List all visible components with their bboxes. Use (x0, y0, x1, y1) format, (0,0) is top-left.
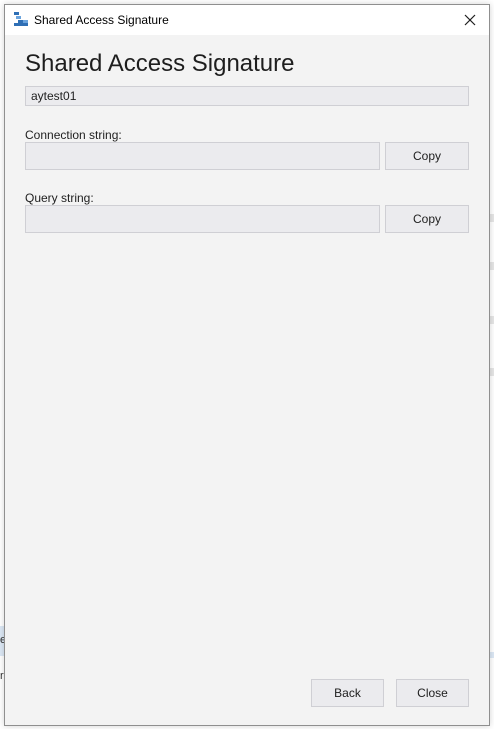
query-string-field[interactable] (25, 205, 380, 233)
dialog-content: Shared Access Signature Connection strin… (5, 35, 489, 725)
copy-connection-string-button[interactable]: Copy (385, 142, 469, 170)
query-string-label: Query string: (25, 191, 94, 205)
title-bar: Shared Access Signature (5, 5, 489, 35)
connection-string-label: Connection string: (25, 128, 122, 142)
background-strip (490, 652, 494, 658)
shared-access-signature-dialog: Shared Access Signature Shared Access Si… (4, 4, 490, 726)
storage-explorer-icon (14, 12, 28, 26)
page-title: Shared Access Signature (25, 50, 295, 77)
back-button[interactable]: Back (311, 679, 384, 707)
account-name-field[interactable] (25, 86, 469, 106)
copy-query-string-button[interactable]: Copy (385, 205, 469, 233)
close-icon (464, 14, 476, 26)
window-close-button[interactable] (459, 9, 481, 31)
connection-string-field[interactable] (25, 142, 380, 170)
window-title: Shared Access Signature (34, 13, 169, 27)
close-button[interactable]: Close (396, 679, 469, 707)
